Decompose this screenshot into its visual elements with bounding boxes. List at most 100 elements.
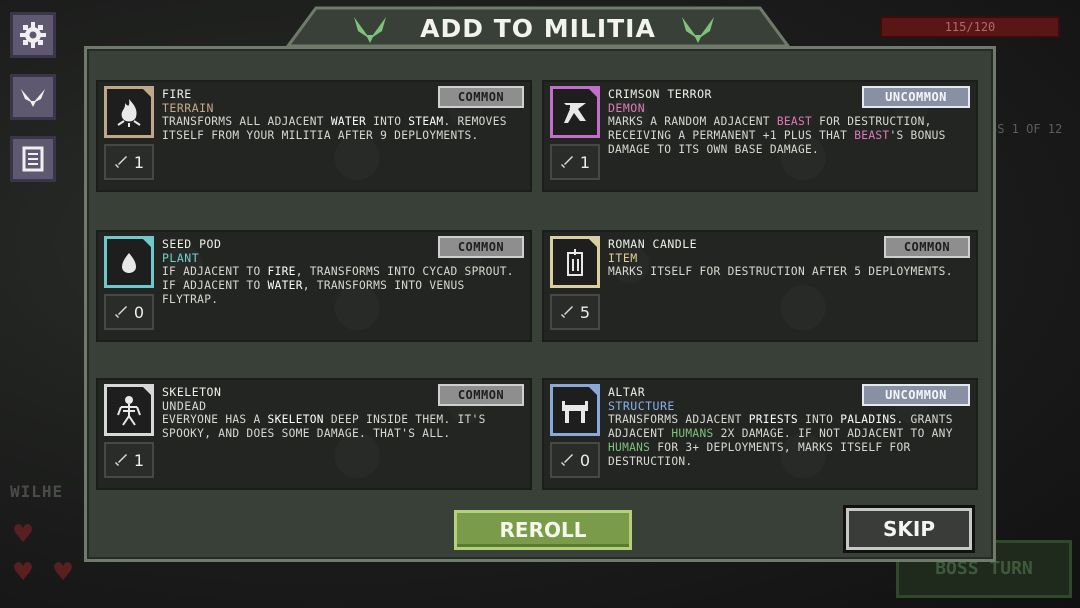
description-segment: SKELETON bbox=[267, 413, 324, 426]
description-segment: IF ADJACENT TO bbox=[162, 265, 268, 278]
card-cost: 0 bbox=[550, 442, 600, 478]
card-name: FIRE bbox=[162, 87, 192, 101]
heart-icon: ♥ bbox=[14, 517, 33, 552]
description-segment: PALADINS bbox=[840, 413, 897, 426]
description-segment: FIRE bbox=[267, 265, 296, 278]
card-portrait bbox=[104, 384, 154, 436]
skeleton-icon bbox=[117, 396, 141, 426]
log-button[interactable] bbox=[10, 136, 56, 182]
card-description: TRANSFORMS ALL ADJACENT WATER INTO STEAM… bbox=[162, 115, 522, 143]
description-segment: STEAM bbox=[408, 115, 444, 128]
dialog-title-tab: ADD TO MILITIA bbox=[286, 6, 790, 48]
card-name: ALTAR bbox=[608, 385, 646, 399]
cost-value: 0 bbox=[579, 450, 591, 470]
heart-icon: ♥ bbox=[14, 555, 33, 590]
description-segment: EVERYONE HAS A bbox=[162, 413, 268, 426]
description-segment: INTO bbox=[797, 413, 841, 426]
portrait-corner bbox=[140, 86, 154, 100]
card-type: DEMON bbox=[608, 101, 646, 115]
sword-icon bbox=[560, 454, 573, 466]
document-icon bbox=[22, 146, 44, 172]
rarity-badge: UNCOMMON bbox=[862, 384, 970, 406]
card-name: ROMAN CANDLE bbox=[608, 237, 698, 251]
portrait-corner bbox=[140, 236, 154, 250]
sword-icon bbox=[114, 306, 127, 318]
unit-card[interactable]: 5 ROMAN CANDLE ITEM COMMON MARKS ITSELF … bbox=[542, 230, 978, 342]
sword-icon bbox=[560, 306, 573, 318]
candle-icon bbox=[567, 249, 583, 276]
portrait-corner bbox=[140, 384, 154, 398]
cost-value: 1 bbox=[579, 152, 591, 172]
card-portrait bbox=[104, 86, 154, 138]
card-portrait bbox=[550, 384, 600, 436]
description-segment: HUMANS bbox=[671, 427, 714, 440]
altar-icon bbox=[562, 401, 588, 423]
card-name: SEED POD bbox=[162, 237, 222, 251]
unit-card[interactable]: 1 CRIMSON TERROR DEMON UNCOMMON MARKS A … bbox=[542, 80, 978, 192]
seed-icon bbox=[122, 253, 136, 273]
sword-icon bbox=[114, 454, 127, 466]
card-cost: 1 bbox=[550, 144, 600, 180]
card-cost: 1 bbox=[104, 144, 154, 180]
card-type: ITEM bbox=[608, 251, 638, 265]
rarity-badge: COMMON bbox=[884, 236, 970, 258]
cost-value: 1 bbox=[133, 450, 145, 470]
description-segment: TRANSFORMS ADJACENT bbox=[608, 413, 749, 426]
description-segment: MARKS ITSELF FOR DESTRUCTION AFTER 5 DEP… bbox=[608, 265, 953, 278]
description-segment: WATER bbox=[267, 279, 303, 292]
settings-button[interactable] bbox=[10, 12, 56, 58]
rarity-badge: COMMON bbox=[438, 236, 524, 258]
rarity-badge: UNCOMMON bbox=[862, 86, 970, 108]
rarity-badge: COMMON bbox=[438, 86, 524, 108]
card-cost: 1 bbox=[104, 442, 154, 478]
gear-icon bbox=[20, 22, 46, 48]
card-type: TERRAIN bbox=[162, 101, 214, 115]
card-type: STRUCTURE bbox=[608, 399, 675, 413]
card-portrait bbox=[550, 236, 600, 288]
description-segment: PRIESTS bbox=[748, 413, 798, 426]
card-portrait bbox=[550, 86, 600, 138]
description-segment: BEAST bbox=[854, 129, 890, 142]
sword-icon bbox=[114, 156, 127, 168]
card-type: PLANT bbox=[162, 251, 200, 265]
card-cost: 5 bbox=[550, 294, 600, 330]
card-description: MARKS ITSELF FOR DESTRUCTION AFTER 5 DEP… bbox=[608, 265, 968, 279]
card-description: IF ADJACENT TO FIRE, TRANSFORMS INTO CYC… bbox=[162, 265, 522, 307]
card-name: SKELETON bbox=[162, 385, 222, 399]
card-type: UNDEAD bbox=[162, 399, 207, 413]
wings-emblem-icon bbox=[682, 17, 714, 43]
reroll-button[interactable]: REROLL bbox=[454, 510, 632, 550]
unit-card[interactable]: 0 ALTAR STRUCTURE UNCOMMON TRANSFORMS AD… bbox=[542, 378, 978, 490]
card-description: EVERYONE HAS A SKELETON DEEP INSIDE THEM… bbox=[162, 413, 522, 441]
demon-icon bbox=[564, 103, 586, 123]
militia-button[interactable] bbox=[10, 74, 56, 120]
portrait-corner bbox=[586, 86, 600, 100]
sword-icon bbox=[560, 156, 573, 168]
unit-card[interactable]: 1 SKELETON UNDEAD COMMON EVERYONE HAS A … bbox=[96, 378, 532, 490]
card-portrait bbox=[104, 236, 154, 288]
heart-icon: ♥ bbox=[54, 555, 73, 590]
progress-text: SS 1 OF 12 bbox=[990, 122, 1063, 136]
player-name: WILHE bbox=[10, 482, 64, 501]
description-segment: INTO bbox=[366, 115, 409, 128]
skip-button[interactable]: SKIP bbox=[846, 508, 972, 550]
portrait-corner bbox=[586, 236, 600, 250]
cost-value: 1 bbox=[133, 152, 145, 172]
description-segment: MARKS A RANDOM ADJACENT bbox=[608, 115, 777, 128]
card-cost: 0 bbox=[104, 294, 154, 330]
rarity-badge: COMMON bbox=[438, 384, 524, 406]
description-segment: TRANSFORMS ALL ADJACENT bbox=[162, 115, 331, 128]
unit-card[interactable]: 0 SEED POD PLANT COMMON IF ADJACENT TO F… bbox=[96, 230, 532, 342]
description-segment: FOR 3+ DEPLOYMENTS, MARKS ITSELF FOR DES… bbox=[608, 441, 911, 468]
cost-value: 0 bbox=[133, 302, 145, 322]
card-description: MARKS A RANDOM ADJACENT BEAST FOR DESTRU… bbox=[608, 115, 968, 157]
description-segment: BEAST bbox=[776, 115, 813, 128]
unit-card[interactable]: 1 FIRE TERRAIN COMMON TRANSFORMS ALL ADJ… bbox=[96, 80, 532, 192]
portrait-corner bbox=[586, 384, 600, 398]
card-name: CRIMSON TERROR bbox=[608, 87, 712, 101]
card-description: TRANSFORMS ADJACENT PRIESTS INTO PALADIN… bbox=[608, 413, 968, 469]
description-segment: 2X DAMAGE. IF NOT ADJACENT TO ANY bbox=[713, 427, 953, 440]
fire-icon bbox=[117, 99, 141, 127]
description-segment: WATER bbox=[330, 115, 367, 128]
description-segment: HUMANS bbox=[608, 441, 651, 454]
